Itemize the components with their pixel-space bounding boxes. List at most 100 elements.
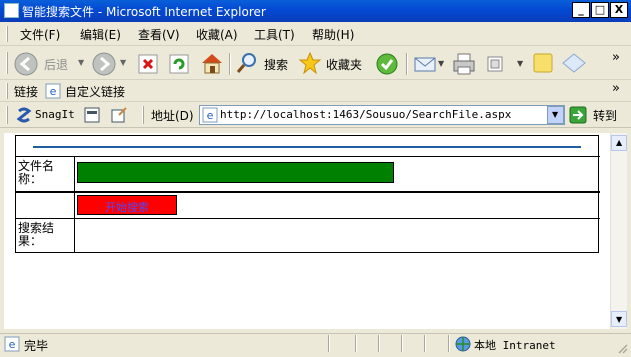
toolbar-grip xyxy=(6,52,8,74)
mail-icon xyxy=(414,57,436,72)
links-label[interactable]: 链接 xyxy=(14,83,38,100)
status-divider xyxy=(448,335,450,352)
scroll-up-button[interactable]: ▲ xyxy=(611,135,627,151)
menu-tools[interactable]: 工具(T) xyxy=(254,26,295,43)
chevron-down-icon: ▼ xyxy=(552,110,559,119)
custom-links[interactable]: 自定义链接 xyxy=(65,83,125,100)
status-divider xyxy=(401,335,403,352)
menu-bar: 文件(F) 编辑(E) 查看(V) 收藏(A) 工具(T) 帮助(H) xyxy=(0,22,631,63)
filename-label: 文件名称： xyxy=(18,159,55,186)
toolbar-chevron[interactable]: » xyxy=(612,50,620,65)
page-done-icon: e xyxy=(4,336,20,352)
menu-edit[interactable]: 编辑(E) xyxy=(80,26,121,43)
header-rule xyxy=(33,146,581,148)
filename-input[interactable] xyxy=(77,162,394,183)
vertical-scrollbar[interactable]: ▲ ▼ xyxy=(610,133,627,329)
address-grip xyxy=(142,106,144,124)
minimize-icon: _ xyxy=(578,3,584,16)
close-button[interactable]: X xyxy=(610,2,628,18)
minimize-button[interactable]: _ xyxy=(572,2,590,18)
refresh-icon[interactable] xyxy=(169,54,189,74)
result-label: 搜索结果： xyxy=(18,221,55,248)
address-label: 地址(D) xyxy=(151,109,194,123)
back-dropdown-icon[interactable]: ▼ xyxy=(78,58,84,67)
toolbar-divider xyxy=(229,53,231,75)
search-icon xyxy=(236,53,256,73)
snagit-icon xyxy=(16,107,32,123)
snagit-button[interactable]: SnagIt xyxy=(35,108,75,121)
close-icon: X xyxy=(614,3,624,16)
search-submit-label: 开始搜索 xyxy=(105,201,149,214)
svg-text:e: e xyxy=(9,338,16,351)
status-divider xyxy=(378,335,380,352)
menu-grip xyxy=(6,26,8,42)
standard-toolbar: 后退 ▼ ▼ 搜索 收藏夹 ▼ ▼ » xyxy=(0,46,631,80)
title-bar: 智能搜索文件 - Microsoft Internet Explorer _ □… xyxy=(0,0,631,22)
links-grip xyxy=(6,83,8,99)
edit-dropdown-icon[interactable]: ▼ xyxy=(517,59,523,68)
status-divider xyxy=(328,335,330,352)
row-divider xyxy=(15,191,600,193)
ie-link-icon: e xyxy=(45,83,61,99)
menu-help[interactable]: 帮助(H) xyxy=(312,26,354,43)
maximize-icon: □ xyxy=(594,3,606,16)
chevron-down-icon: ▼ xyxy=(616,315,623,324)
menu-favorites[interactable]: 收藏(A) xyxy=(196,26,238,43)
svg-text:e: e xyxy=(50,85,57,98)
mail-button[interactable]: ▼ xyxy=(414,52,446,76)
forward-dropdown-icon[interactable]: ▼ xyxy=(120,58,126,67)
status-divider xyxy=(355,335,357,352)
chevron-up-icon: ▲ xyxy=(616,138,623,147)
ie-page-icon xyxy=(4,3,19,18)
edit-page-icon xyxy=(487,56,503,72)
back-label: 后退 xyxy=(44,58,69,72)
search-label: 搜索 xyxy=(264,58,289,72)
capture-edit-icon[interactable] xyxy=(110,106,128,124)
favorites-button[interactable]: 收藏夹 xyxy=(298,51,370,75)
edit-button[interactable]: ▼ xyxy=(485,52,525,76)
go-label: 转到 xyxy=(593,109,618,123)
status-bar: e 完毕 本地 Intranet xyxy=(0,333,631,355)
address-input[interactable]: e http://localhost:1463/Sousuo/SearchFil… xyxy=(199,105,565,125)
snagit-grip xyxy=(6,106,8,124)
search-button[interactable]: 搜索 xyxy=(235,51,293,75)
intranet-zone-icon xyxy=(455,336,471,352)
column-divider xyxy=(74,156,75,253)
zone-label: 本地 Intranet xyxy=(474,339,556,352)
search-results-area xyxy=(76,220,596,252)
window-title: 智能搜索文件 - Microsoft Internet Explorer xyxy=(22,5,266,19)
messenger-icon[interactable] xyxy=(561,52,587,74)
search-submit-button[interactable]: 开始搜索 xyxy=(77,195,177,215)
page-content: 文件名称： 开始搜索 搜索结果： xyxy=(4,133,610,329)
scroll-down-button[interactable]: ▼ xyxy=(611,311,627,327)
svg-text:e: e xyxy=(207,109,214,122)
back-button[interactable]: 后退 ▼ xyxy=(14,50,88,76)
row-divider xyxy=(15,156,600,157)
links-chevron[interactable]: » xyxy=(612,81,620,96)
status-divider xyxy=(424,335,426,352)
resize-grip[interactable] xyxy=(616,342,628,354)
go-button[interactable]: 转到 xyxy=(569,105,625,125)
favorites-star-icon xyxy=(298,51,322,75)
mail-dropdown-icon[interactable]: ▼ xyxy=(438,59,444,68)
menu-view[interactable]: 查看(V) xyxy=(138,26,180,43)
home-icon[interactable] xyxy=(199,51,225,75)
discuss-icon[interactable] xyxy=(532,52,554,74)
address-url: http://localhost:1463/Sousuo/SearchFile.… xyxy=(220,108,512,121)
media-icon[interactable] xyxy=(375,52,399,76)
maximize-button[interactable]: □ xyxy=(591,2,609,18)
menu-file[interactable]: 文件(F) xyxy=(20,26,60,43)
page-icon: e xyxy=(202,107,218,123)
toolbar-divider-2 xyxy=(406,53,408,75)
status-text: 完毕 xyxy=(24,339,49,353)
address-dropdown-button[interactable]: ▼ xyxy=(547,106,564,124)
forward-arrow-icon xyxy=(92,52,116,76)
capture-window-icon[interactable] xyxy=(83,106,101,124)
favorites-label: 收藏夹 xyxy=(326,58,363,72)
stop-icon[interactable] xyxy=(138,54,158,74)
resize-grip-icon xyxy=(618,344,628,354)
print-icon[interactable] xyxy=(452,52,476,76)
back-arrow-icon xyxy=(14,52,38,76)
row-divider xyxy=(15,218,600,219)
forward-button[interactable]: ▼ xyxy=(92,52,128,76)
